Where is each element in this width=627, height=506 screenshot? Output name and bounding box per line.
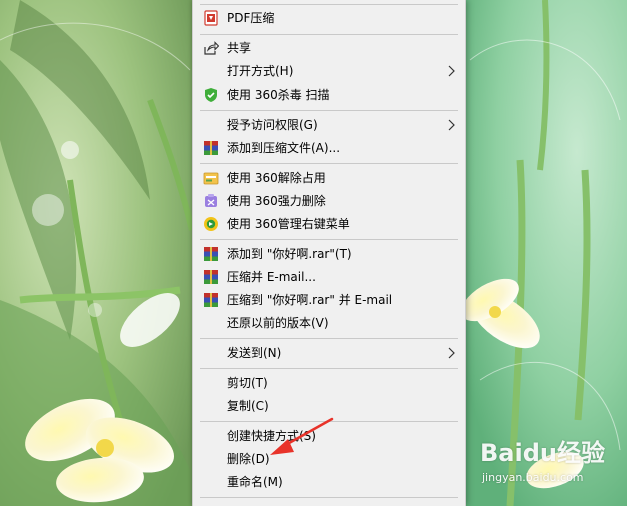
chevron-right-icon	[448, 119, 455, 131]
winrar-icon	[204, 270, 218, 284]
menu-item-compress-rar-email[interactable]: 压缩到 "你好啊.rar" 并 E-mail	[193, 289, 465, 312]
menu-item-label: 复制(C)	[227, 399, 269, 413]
menu-separator	[200, 497, 458, 498]
shield-icon	[205, 88, 217, 102]
force-delete-icon	[205, 194, 217, 207]
menu-item-label: 使用 360杀毒 扫描	[227, 88, 330, 102]
winrar-icon	[204, 293, 218, 307]
menu-item-add-to-rar[interactable]: 添加到 "你好啊.rar"(T)	[193, 243, 465, 266]
menu-separator	[200, 239, 458, 240]
menu-item-pdf-compress[interactable]: PDF压缩	[193, 7, 465, 30]
winrar-icon	[204, 247, 218, 261]
menu-item-label: 打开方式(H)	[227, 64, 294, 78]
menu-separator	[200, 163, 458, 164]
watermark-logo: Baidu经验	[480, 439, 605, 467]
menu-item-label: 添加到压缩文件(A)...	[227, 141, 341, 155]
menu-separator	[200, 34, 458, 35]
menu-item-label: 授予访问权限(G)	[227, 118, 318, 132]
menu-separator	[200, 421, 458, 422]
menu-item-compress-email[interactable]: 压缩并 E-mail...	[193, 266, 465, 289]
menu-separator	[200, 110, 458, 111]
menu-item-copy[interactable]: 复制(C)	[193, 395, 465, 418]
menu-separator	[200, 338, 458, 339]
menu-item-delete[interactable]: 删除(D)	[193, 448, 465, 471]
menu-item-manage-menu-360[interactable]: 使用 360管理右键菜单	[193, 213, 465, 236]
menu-item-label: 还原以前的版本(V)	[227, 316, 329, 330]
menu-item-open-with[interactable]: 打开方式(H)	[193, 60, 465, 83]
menu-separator	[200, 368, 458, 369]
menu-item-label: 剪切(T)	[227, 376, 268, 390]
menu-item-label: 使用 360管理右键菜单	[227, 217, 350, 231]
winrar-icon	[204, 141, 218, 155]
menu-item-label: 共享	[227, 41, 252, 55]
menu-item-label: 添加到 "你好啊.rar"(T)	[227, 247, 352, 261]
context-menu: PDF压缩 共享 打开方式(H) 使用 360杀毒 扫描 授予访问权限(G) 添…	[192, 0, 466, 506]
menu-manager-icon	[204, 217, 218, 231]
menu-item-force-delete-360[interactable]: 使用 360强力删除	[193, 190, 465, 213]
menu-separator	[200, 4, 458, 5]
menu-item-add-to-archive[interactable]: 添加到压缩文件(A)...	[193, 137, 465, 160]
menu-item-grant-access[interactable]: 授予访问权限(G)	[193, 114, 465, 137]
menu-item-create-shortcut[interactable]: 创建快捷方式(S)	[193, 425, 465, 448]
menu-item-cut[interactable]: 剪切(T)	[193, 372, 465, 395]
menu-item-scan-360[interactable]: 使用 360杀毒 扫描	[193, 84, 465, 107]
menu-item-label: PDF压缩	[227, 11, 275, 25]
menu-item-restore-previous[interactable]: 还原以前的版本(V)	[193, 312, 465, 335]
menu-item-label: 使用 360强力删除	[227, 194, 326, 208]
menu-item-share[interactable]: 共享	[193, 37, 465, 60]
share-icon	[204, 41, 219, 55]
chevron-right-icon	[448, 347, 455, 359]
chevron-right-icon	[448, 65, 455, 77]
baidu-watermark: Baidu经验 jingyan.baidu.com	[480, 438, 620, 498]
menu-item-label: 压缩并 E-mail...	[227, 270, 316, 284]
watermark-url: jingyan.baidu.com	[482, 471, 584, 484]
unlock-icon	[203, 172, 219, 185]
menu-item-unlock-360[interactable]: 使用 360解除占用	[193, 167, 465, 190]
menu-item-label: 使用 360解除占用	[227, 171, 326, 185]
menu-item-label: 删除(D)	[227, 452, 270, 466]
menu-item-label: 发送到(N)	[227, 346, 282, 360]
menu-item-label: 压缩到 "你好啊.rar" 并 E-mail	[227, 293, 393, 307]
menu-item-rename[interactable]: 重命名(M)	[193, 471, 465, 494]
pdf-compress-icon	[204, 10, 218, 26]
menu-item-label: 重命名(M)	[227, 475, 283, 489]
menu-item-send-to[interactable]: 发送到(N)	[193, 342, 465, 365]
menu-item-label: 创建快捷方式(S)	[227, 429, 316, 443]
